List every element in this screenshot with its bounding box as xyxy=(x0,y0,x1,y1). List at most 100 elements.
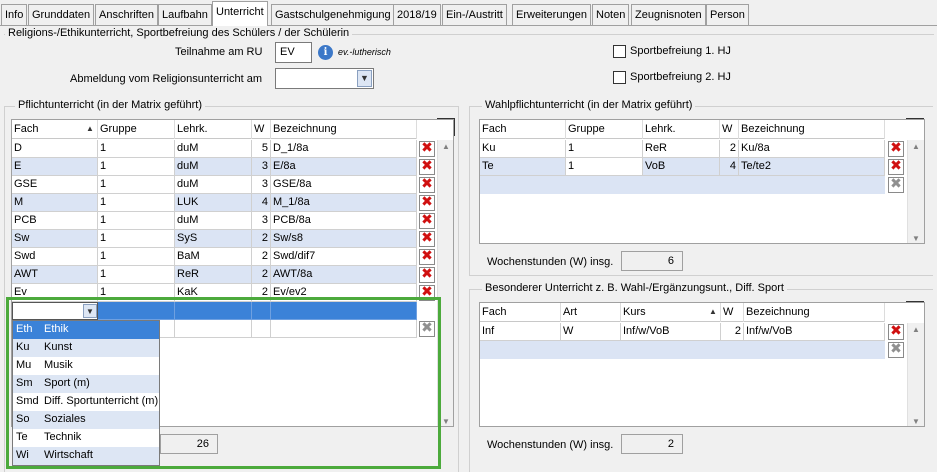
cell-gruppe[interactable]: 1 xyxy=(98,284,175,302)
cell-fach[interactable]: Ev xyxy=(12,284,98,302)
dropdown-option[interactable]: Sm Sport (m) xyxy=(13,375,159,393)
table-row[interactable]: AWT 1 ReR 2 AWT/8a xyxy=(12,266,417,284)
col-fach[interactable]: Fach xyxy=(480,120,566,139)
cell-fach[interactable]: Ku xyxy=(480,140,566,158)
table-row[interactable]: M 1 LUK 4 M_1/8a xyxy=(12,194,417,212)
cell-bezeichnung[interactable]: E/8a xyxy=(271,158,417,176)
cell-lehrk[interactable]: ReR xyxy=(643,140,720,158)
cell-lehrk[interactable]: VoB xyxy=(643,158,720,176)
scroll-up-icon[interactable]: ▲ xyxy=(442,142,450,151)
delete-x-icon[interactable]: ✖ xyxy=(419,141,435,157)
cell-bezeichnung[interactable]: D_1/8a xyxy=(271,140,417,158)
fach-dropdown[interactable]: ▼ xyxy=(12,302,98,320)
tab-laufbahn[interactable]: Laufbahn xyxy=(158,4,212,25)
cell-lehrk[interactable]: SyS xyxy=(175,230,252,248)
cell-gruppe[interactable]: 1 xyxy=(566,140,643,158)
delete-x-icon[interactable]: ✖ xyxy=(888,324,904,340)
cell-gruppe[interactable]: 1 xyxy=(98,230,175,248)
cell-bezeichnung[interactable]: Te/te2 xyxy=(739,158,885,176)
tab-info[interactable]: Info xyxy=(1,4,28,25)
delete-x-icon[interactable]: ✖ xyxy=(419,177,435,193)
cell-bezeichnung[interactable]: M_1/8a xyxy=(271,194,417,212)
col-art[interactable]: Art xyxy=(561,303,621,322)
dropdown-option[interactable]: Wi Wirtschaft xyxy=(13,447,159,465)
table-row[interactable]: Ev 1 KaK 2 Ev/ev2 xyxy=(12,284,417,302)
cell-lehrk[interactable]: BaM xyxy=(175,248,252,266)
cell-bezeichnung[interactable]: Ku/8a xyxy=(739,140,885,158)
delete-x-icon[interactable]: ✖ xyxy=(888,141,904,157)
cell-w[interactable]: 4 xyxy=(720,158,739,176)
col-gruppe[interactable]: Gruppe xyxy=(98,120,175,139)
cell-fach[interactable]: E xyxy=(12,158,98,176)
col-lehrk[interactable]: Lehrk. xyxy=(643,120,720,139)
cell-w[interactable]: 2 xyxy=(252,230,271,248)
cell-w[interactable]: 2 xyxy=(720,140,739,158)
besonder-scrollbar[interactable]: ▲ ▼ xyxy=(907,323,924,426)
delete-x-icon[interactable]: ✖ xyxy=(888,159,904,175)
tab-person[interactable]: Person xyxy=(706,4,749,25)
cell-w[interactable]: 5 xyxy=(252,140,271,158)
col-bezeichnung[interactable]: Bezeichnung xyxy=(739,120,885,139)
scroll-up-icon[interactable]: ▲ xyxy=(912,325,920,334)
delete-x-icon[interactable]: ✖ xyxy=(419,321,435,337)
cell-fach[interactable]: PCB xyxy=(12,212,98,230)
cell-lehrk[interactable]: ReR xyxy=(175,266,252,284)
tab-ein-austritt[interactable]: Ein-/Austritt xyxy=(442,4,507,25)
cell-gruppe[interactable]: 1 xyxy=(98,158,175,176)
pflicht-new-row[interactable]: ▼ xyxy=(12,302,417,320)
tab-noten[interactable]: Noten xyxy=(592,4,630,25)
cell-bezeichnung[interactable]: Ev/ev2 xyxy=(271,284,417,302)
col-fach[interactable]: Fach xyxy=(480,303,561,322)
col-kurs[interactable]: Kurs ▲ xyxy=(621,303,721,322)
tab-schuljahr[interactable]: 2018/19 xyxy=(393,4,441,25)
cell-w[interactable]: 2 xyxy=(252,284,271,302)
col-bezeichnung[interactable]: Bezeichnung xyxy=(744,303,885,322)
cell-lehrk[interactable]: duM xyxy=(175,158,252,176)
cell-w[interactable]: 4 xyxy=(252,194,271,212)
table-row[interactable]: Inf W Inf/w/VoB 2 Inf/w/VoB xyxy=(480,323,885,341)
tab-zeugnisnoten[interactable]: Zeugnisnoten xyxy=(631,4,706,25)
cell-fach[interactable]: D xyxy=(12,140,98,158)
dropdown-option[interactable]: Mu Musik xyxy=(13,357,159,375)
cell-w[interactable]: 2 xyxy=(721,323,744,341)
dropdown-option[interactable]: Smd Diff. Sportunterricht (m) xyxy=(13,393,159,411)
scroll-down-icon[interactable]: ▼ xyxy=(442,417,450,426)
cell-bezeichnung[interactable]: GSE/8a xyxy=(271,176,417,194)
scroll-down-icon[interactable]: ▼ xyxy=(912,234,920,243)
tab-erweiterungen[interactable]: Erweiterungen xyxy=(512,4,591,25)
col-bezeichnung[interactable]: Bezeichnung xyxy=(271,120,417,139)
cell-lehrk[interactable]: duM xyxy=(175,176,252,194)
table-row[interactable]: Sw 1 SyS 2 Sw/s8 xyxy=(12,230,417,248)
tab-grunddaten[interactable]: Grunddaten xyxy=(28,4,95,25)
cell-gruppe[interactable]: 1 xyxy=(98,194,175,212)
cell-fach[interactable]: Sw xyxy=(12,230,98,248)
table-row[interactable]: Swd 1 BaM 2 Swd/dif7 xyxy=(12,248,417,266)
tab-unterricht[interactable]: Unterricht xyxy=(212,1,268,26)
cell-fach[interactable]: GSE xyxy=(12,176,98,194)
col-w[interactable]: W xyxy=(252,120,271,139)
scroll-up-icon[interactable]: ▲ xyxy=(912,142,920,151)
cell-bezeichnung[interactable]: Inf/w/VoB xyxy=(744,323,885,341)
delete-x-icon[interactable]: ✖ xyxy=(888,342,904,358)
table-row[interactable]: E 1 duM 3 E/8a xyxy=(12,158,417,176)
scroll-down-icon[interactable]: ▼ xyxy=(912,417,920,426)
table-row[interactable]: PCB 1 duM 3 PCB/8a xyxy=(12,212,417,230)
besonder-new-row[interactable] xyxy=(480,341,885,359)
cell-gruppe[interactable]: 1 xyxy=(98,266,175,284)
delete-x-icon[interactable]: ✖ xyxy=(419,285,435,301)
tab-gastschulgenehmigung[interactable]: Gastschulgenehmigung xyxy=(271,4,395,25)
dropdown-option[interactable]: Ku Kunst xyxy=(13,339,159,357)
chevron-down-icon[interactable]: ▼ xyxy=(83,304,97,318)
cell-lehrk[interactable]: duM xyxy=(175,212,252,230)
cell-gruppe[interactable]: 1 xyxy=(98,212,175,230)
cell-fach[interactable]: AWT xyxy=(12,266,98,284)
tab-anschriften[interactable]: Anschriften xyxy=(95,4,159,25)
cell-kurs[interactable]: Inf/w/VoB xyxy=(621,323,721,341)
cell-bezeichnung[interactable]: Swd/dif7 xyxy=(271,248,417,266)
pflicht-scrollbar[interactable]: ▲ ▼ xyxy=(437,140,453,426)
table-row[interactable]: D 1 duM 5 D_1/8a xyxy=(12,140,417,158)
table-row[interactable]: Ku 1 ReR 2 Ku/8a xyxy=(480,140,885,158)
info-icon[interactable]: i xyxy=(318,45,333,60)
cell-w[interactable]: 2 xyxy=(252,266,271,284)
cell-gruppe[interactable]: 1 xyxy=(566,158,643,176)
